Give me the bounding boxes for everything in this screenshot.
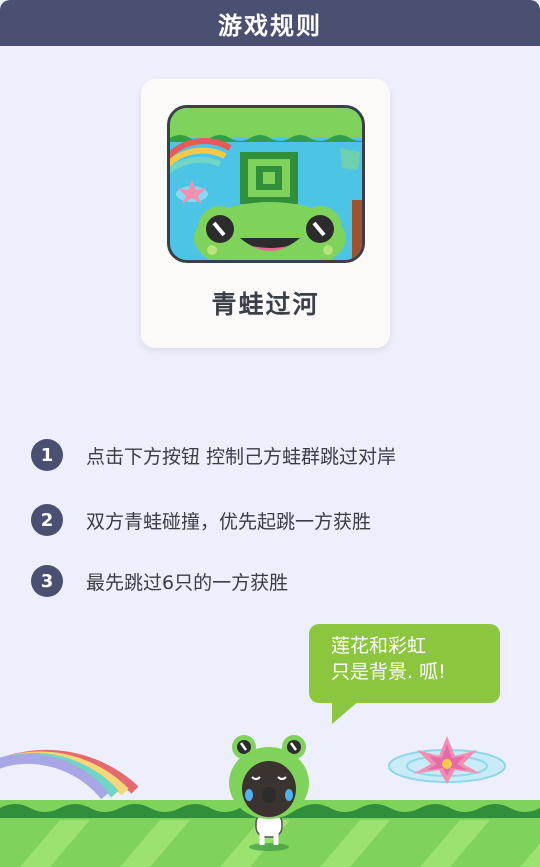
rule-text: 点击下方按钮 控制己方蛙群跳过对岸 [86,445,397,468]
speech-bubble-tail [332,700,360,724]
rule-item-1: 1 点击下方按钮 控制己方蛙群跳过对岸 [31,439,396,471]
rainbow-decoration [0,750,139,800]
frog-mascot [229,735,309,851]
game-card: 青蛙过河 [141,79,390,348]
rule-number-badge: 2 [31,504,63,536]
mascot-speech-bubble: 莲花和彩虹 只是背景. 呱! [309,624,500,703]
rule-item-2: 2 双方青蛙碰撞，优先起跳一方获胜 [31,504,371,536]
speech-line-2: 只是背景. 呱! [331,661,446,683]
rule-text: 双方青蛙碰撞，优先起跳一方获胜 [86,510,372,533]
game-name: 青蛙过河 [211,290,320,319]
rule-item-3: 3 最先跳过6只的一方获胜 [31,565,288,597]
rule-number-badge: 3 [31,565,63,597]
header-bar: 游戏规则 [0,0,540,46]
lotus-flower-decoration [388,736,506,784]
frog-game-illustration [170,108,362,260]
page-title: 游戏规则 [218,11,322,40]
game-thumbnail [167,105,365,263]
rule-text: 最先跳过6只的一方获胜 [86,571,289,594]
rule-number-badge: 1 [31,439,63,471]
speech-line-1: 莲花和彩虹 [331,635,427,657]
